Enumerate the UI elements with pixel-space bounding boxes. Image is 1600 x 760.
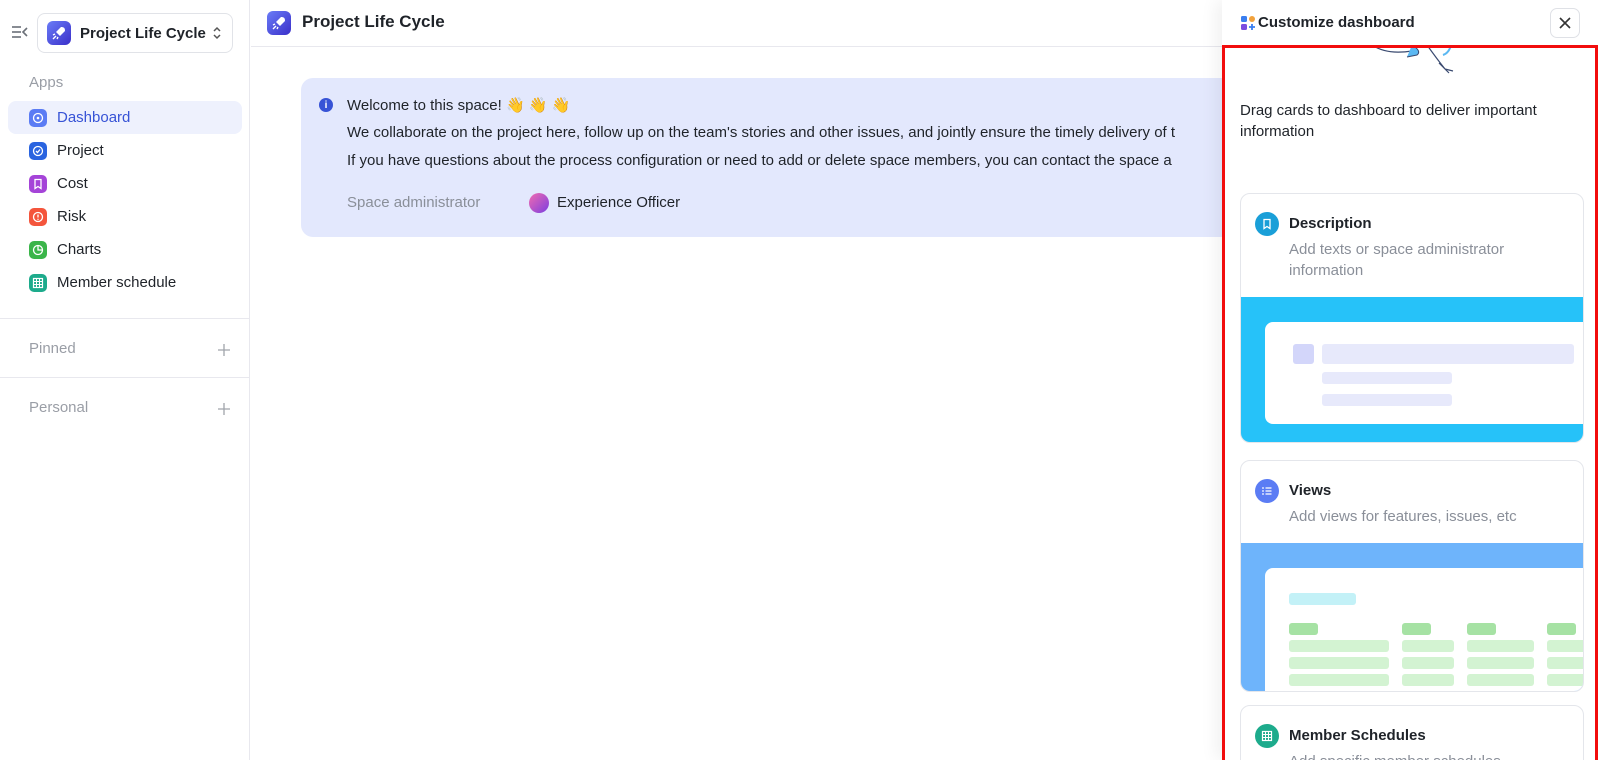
collapse-sidebar-icon[interactable] [11,24,29,40]
member-schedules-icon [1255,724,1279,748]
sidebar-item-label: Risk [57,208,87,225]
preview-heading [1289,593,1356,605]
card-description: Add specific member schedules [1289,751,1569,760]
preview-cell [1289,657,1389,669]
sidebar-item-label: Member schedule [57,274,177,291]
preview-cell [1467,640,1534,652]
sidebar-item-risk[interactable]: Risk [8,200,242,233]
add-personal-icon[interactable] [218,402,230,415]
panel-intro: Drag cards to dashboard to deliver impor… [1240,102,1537,140]
customize-dashboard-panel: Customize dashboard Drag cards to dashbo… [1222,0,1600,760]
views-card[interactable]: Views Add views for features, issues, et… [1240,460,1584,692]
cost-icon [29,174,47,193]
rocket-icon [47,21,71,45]
preview-line [1322,372,1452,384]
preview-line [1322,344,1574,364]
sidebar-item-charts[interactable]: Charts [8,233,242,266]
charts-icon [29,240,47,259]
illustration [1371,45,1454,74]
description-card[interactable]: Description Add texts or space administr… [1240,193,1584,443]
sidebar-divider [0,318,250,319]
space-name: Project Life Cycle [80,24,206,42]
project-icon [29,141,47,160]
card-title: Description [1289,215,1372,232]
card-title: Member Schedules [1289,727,1426,744]
preview-cell [1402,674,1454,686]
space-admin-label: Space administrator [347,194,481,211]
customize-icon [1241,16,1255,30]
risk-icon [29,207,47,226]
sidebar-item-label: Cost [57,175,88,192]
preview-col [1402,623,1431,635]
views-icon [1255,479,1279,503]
sidebar-item-cost[interactable]: Cost [8,167,242,200]
preview-col [1547,623,1576,635]
dashboard-icon [29,108,47,127]
preview-col [1289,623,1318,635]
sidebar-item-project[interactable]: Project [8,134,242,167]
panel-body[interactable]: Drag cards to dashboard to deliver impor… [1222,45,1600,760]
personal-section-label: Personal [29,399,89,416]
preview-cell [1289,674,1389,686]
sidebar-item-member-schedule[interactable]: Member schedule [8,266,242,299]
close-icon [1559,17,1571,29]
panel-header: Customize dashboard [1222,0,1600,45]
preview-col [1467,623,1496,635]
preview-cell [1402,640,1454,652]
space-switcher[interactable]: Project Life Cycle [37,13,233,53]
description-preview [1241,297,1583,442]
panel-title: Customize dashboard [1258,14,1415,31]
info-icon: i [319,98,333,112]
sidebar-item-dashboard[interactable]: Dashboard [8,101,242,134]
welcome-text: We collaborate on the project here, foll… [347,124,1176,141]
sidebar: Project Life Cycle Apps Dashboard Projec… [0,0,250,760]
apps-nav: Dashboard Project Cost Risk Charts Membe… [8,101,242,299]
avatar[interactable] [529,193,549,213]
chevron-up-down-icon [213,26,221,40]
page-title: Project Life Cycle [302,12,445,31]
sidebar-item-label: Project [57,142,104,159]
welcome-text: If you have questions about the process … [347,152,1172,169]
card-title: Views [1289,482,1332,499]
close-button[interactable] [1550,8,1580,38]
rocket-icon [267,11,291,35]
preview-cell [1547,640,1583,652]
sidebar-item-label: Dashboard [57,109,131,126]
space-admin-name[interactable]: Experience Officer [557,194,680,211]
preview-cell [1402,657,1454,669]
preview-block [1293,344,1314,364]
sidebar-item-label: Charts [57,241,102,258]
member-schedule-icon [29,273,47,292]
card-description: Add views for features, issues, etc [1289,508,1517,525]
description-icon [1255,212,1279,236]
preview-cell [1547,674,1583,686]
pinned-section-label: Pinned [29,340,76,357]
views-preview [1241,543,1583,691]
preview-cell [1467,674,1534,686]
preview-cell [1547,657,1583,669]
preview-cell [1467,657,1534,669]
add-pinned-icon[interactable] [218,343,230,356]
preview-line [1322,394,1452,406]
preview-cell [1289,640,1389,652]
member-schedules-card[interactable]: Member Schedules Add specific member sch… [1240,705,1584,760]
apps-section-label: Apps [29,74,64,91]
preview-card [1265,322,1583,424]
preview-table [1265,568,1583,691]
card-description: Add texts or space administrator informa… [1289,241,1505,279]
welcome-banner: i Welcome to this space! 👋 👋 👋 We collab… [301,78,1301,237]
sidebar-divider [0,377,250,378]
welcome-heading: Welcome to this space! 👋 👋 👋 [347,97,571,114]
